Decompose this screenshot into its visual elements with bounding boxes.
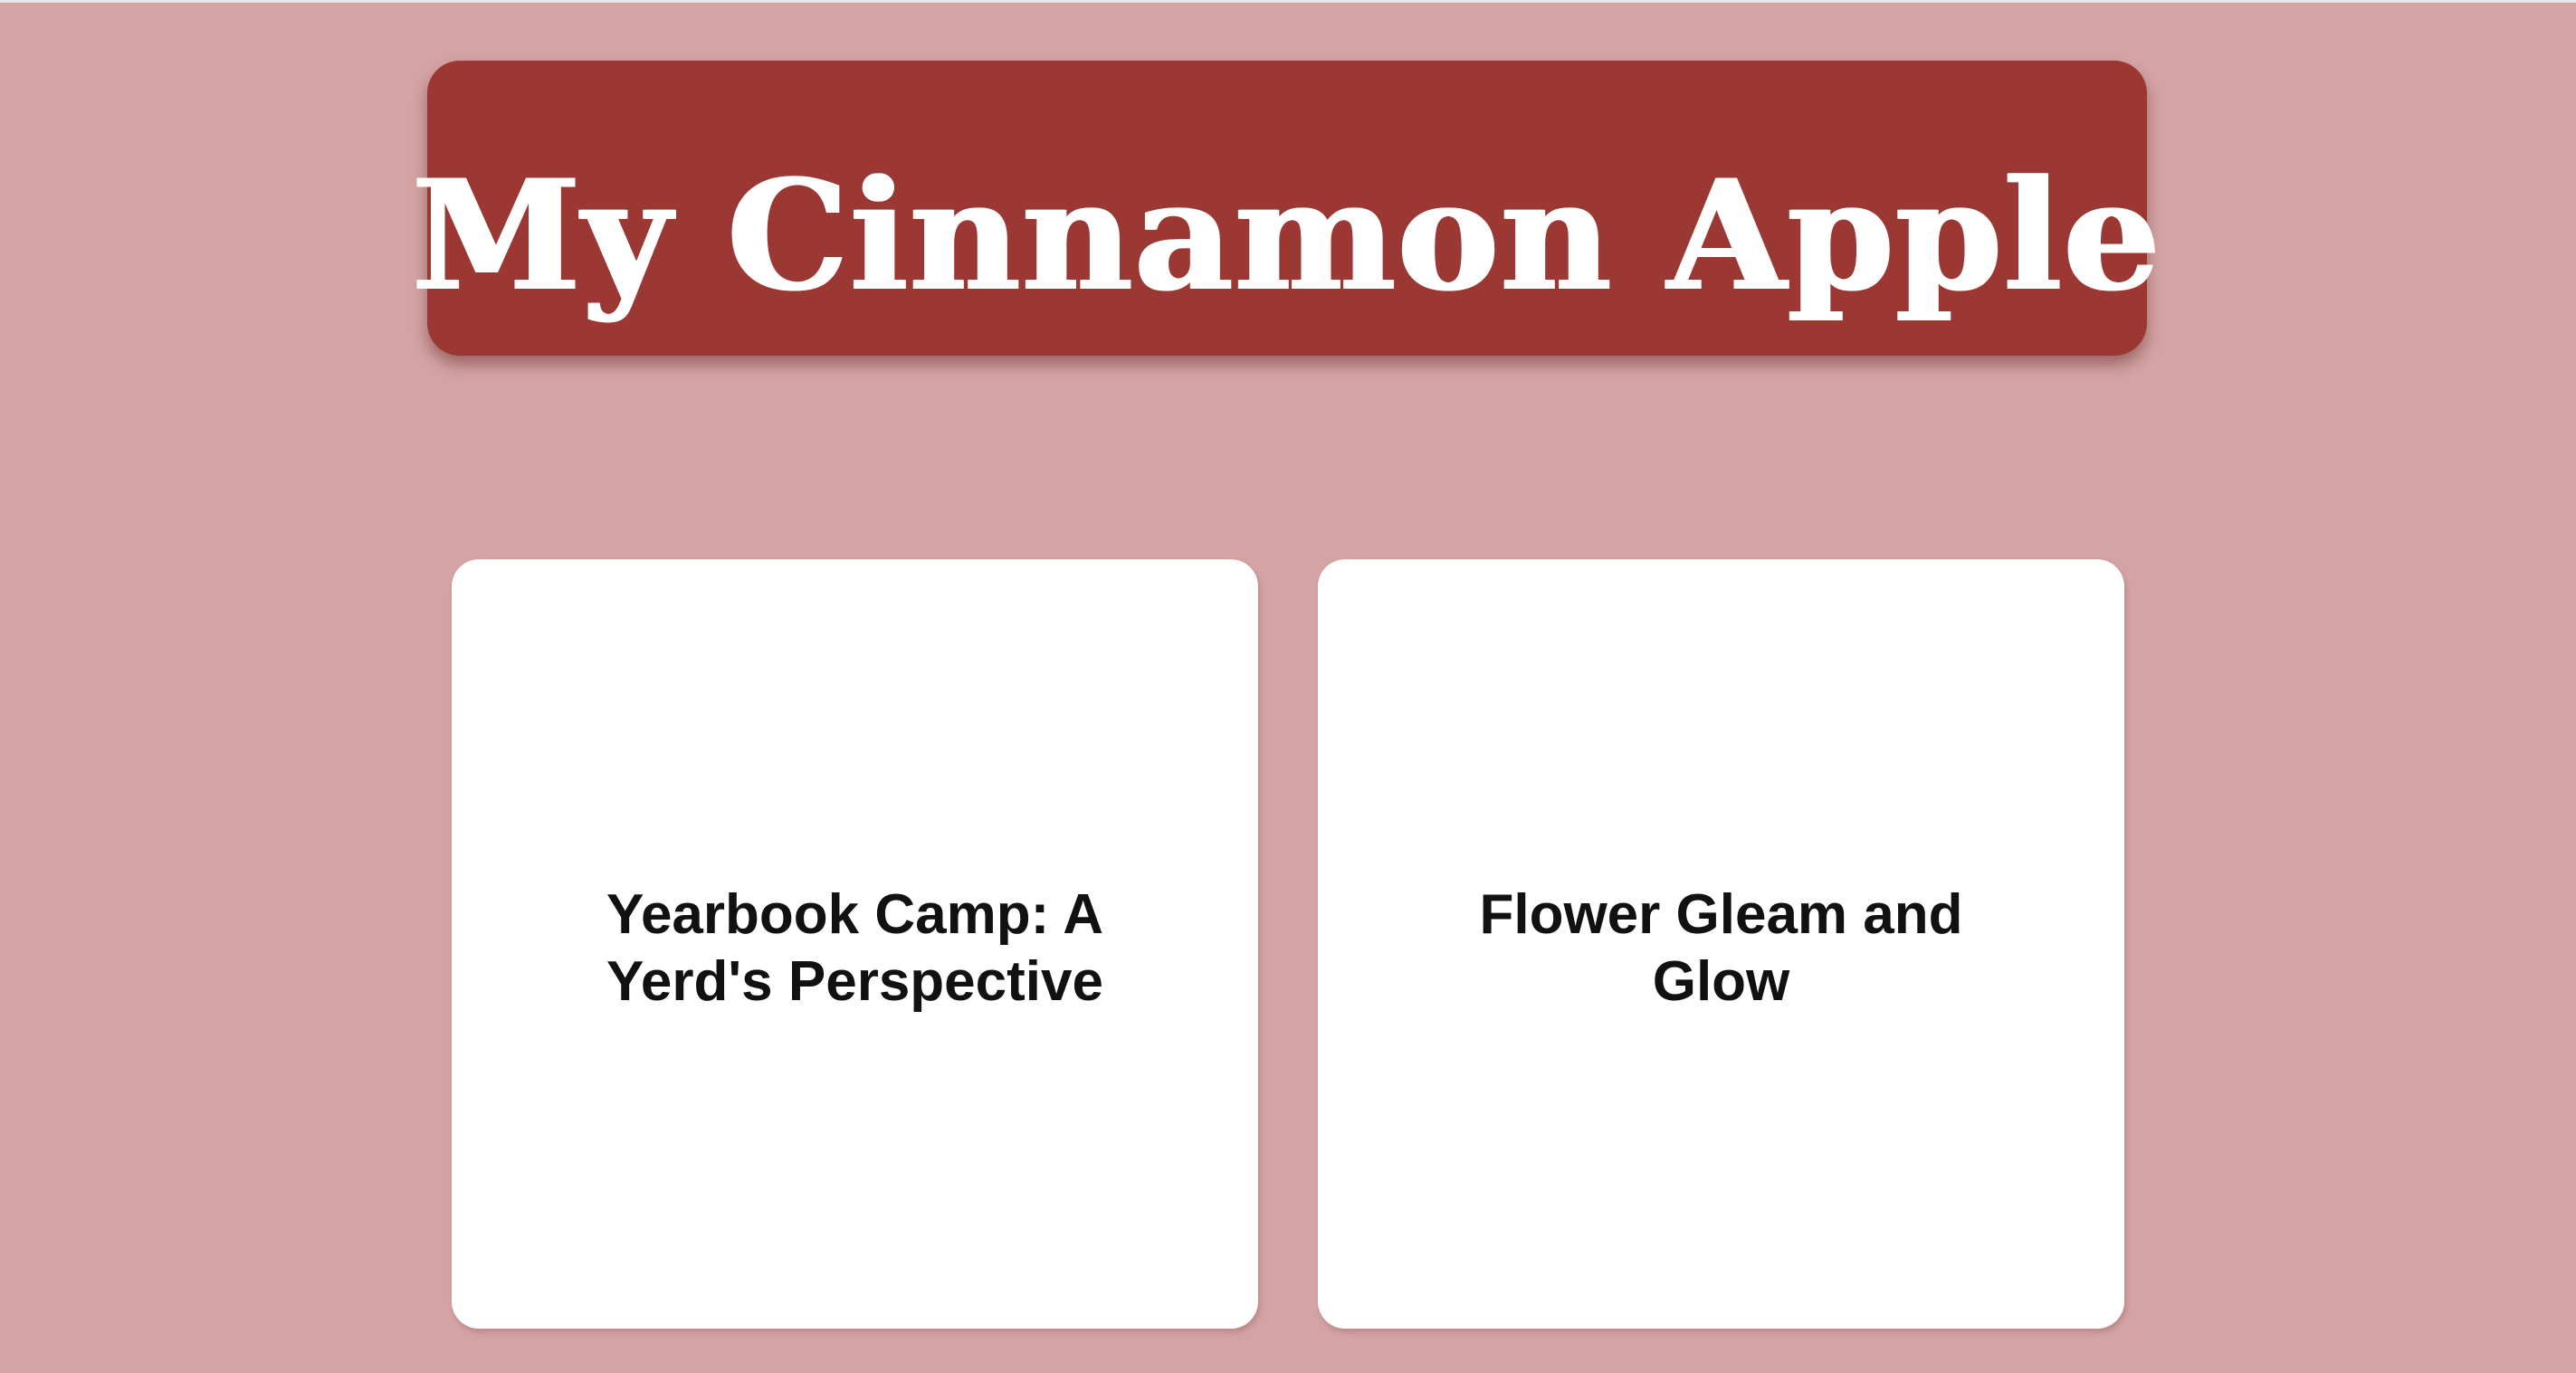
site-header-banner: My Cinnamon Apple [412, 61, 2161, 356]
post-card[interactable]: Yearbook Camp: A Yerd's Perspective [452, 559, 1258, 1329]
post-card-title: Yearbook Camp: A Yerd's Perspective [606, 883, 1103, 1013]
post-card-title: Flower Gleam and Glow [1479, 883, 1963, 1013]
site-title: My Cinnamon Apple [412, 146, 2162, 325]
post-card[interactable]: Flower Gleam and Glow [1318, 559, 2124, 1329]
post-card-grid: Yearbook Camp: A Yerd's Perspective Flow… [452, 559, 2124, 1329]
